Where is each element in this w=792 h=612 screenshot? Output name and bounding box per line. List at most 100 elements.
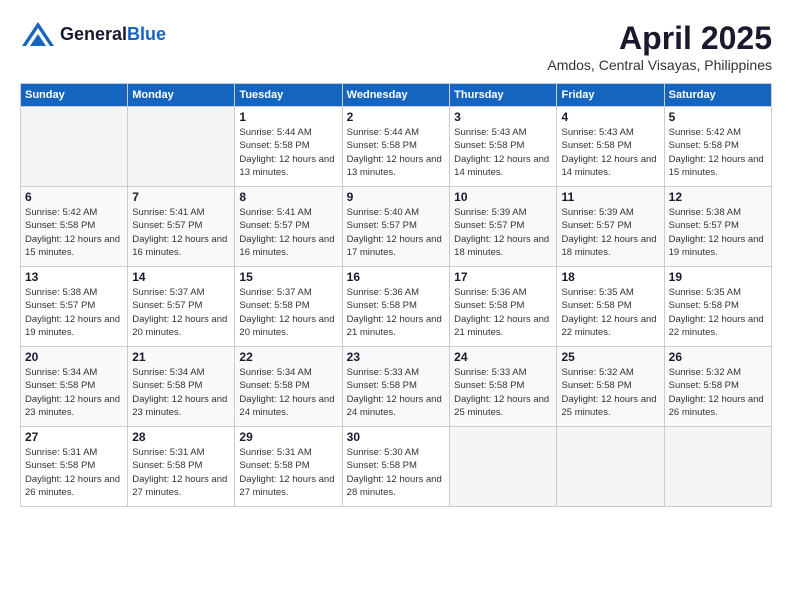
calendar-cell: 20 Sunrise: 5:34 AMSunset: 5:58 PMDayligh… [21, 347, 128, 427]
day-detail: Sunrise: 5:31 AMSunset: 5:58 PMDaylight:… [25, 446, 123, 499]
calendar-cell [664, 427, 771, 507]
day-number: 16 [347, 270, 445, 284]
day-number: 14 [132, 270, 230, 284]
day-detail: Sunrise: 5:33 AMSunset: 5:58 PMDaylight:… [454, 366, 552, 419]
day-number: 25 [561, 350, 659, 364]
calendar-cell: 1Sunrise: 5:44 AMSunset: 5:58 PMDaylight… [235, 107, 342, 187]
calendar-cell: 16Sunrise: 5:36 AMSunset: 5:58 PMDayligh… [342, 267, 449, 347]
day-number: 30 [347, 430, 445, 444]
calendar-week-4: 20 Sunrise: 5:34 AMSunset: 5:58 PMDayligh… [21, 347, 772, 427]
calendar-header-row: SundayMondayTuesdayWednesdayThursdayFrid… [21, 84, 772, 107]
day-number: 19 [669, 270, 767, 284]
calendar-cell: 8 Sunrise: 5:41 AMSunset: 5:57 PMDaylight… [235, 187, 342, 267]
weekday-header-wednesday: Wednesday [342, 84, 449, 107]
calendar-cell: 30 Sunrise: 5:30 AMSunset: 5:58 PMDayligh… [342, 427, 449, 507]
calendar-cell: 22 Sunrise: 5:34 AMSunset: 5:58 PMDayligh… [235, 347, 342, 427]
day-detail: Sunrise: 5:34 AMSunset: 5:58 PMDaylight:… [25, 366, 123, 419]
day-number: 13 [25, 270, 123, 284]
calendar-cell: 7 Sunrise: 5:41 AMSunset: 5:57 PMDaylight… [128, 187, 235, 267]
day-number: 23 [347, 350, 445, 364]
location-title: Amdos, Central Visayas, Philippines [547, 57, 772, 73]
day-detail: Sunrise: 5:39 AMSunset: 5:57 PMDaylight:… [561, 206, 659, 259]
calendar-table: SundayMondayTuesdayWednesdayThursdayFrid… [20, 83, 772, 507]
day-number: 28 [132, 430, 230, 444]
day-detail: Sunrise: 5:41 AMSunset: 5:57 PMDaylight:… [132, 206, 230, 259]
day-number: 18 [561, 270, 659, 284]
weekday-header-thursday: Thursday [450, 84, 557, 107]
day-number: 7 [132, 190, 230, 204]
calendar-cell: 24 Sunrise: 5:33 AMSunset: 5:58 PMDayligh… [450, 347, 557, 427]
calendar-cell [557, 427, 664, 507]
day-number: 21 [132, 350, 230, 364]
day-detail: Sunrise: 5:34 AMSunset: 5:58 PMDaylight:… [239, 366, 337, 419]
day-number: 6 [25, 190, 123, 204]
calendar-cell [21, 107, 128, 187]
day-detail: Sunrise: 5:31 AMSunset: 5:58 PMDaylight:… [132, 446, 230, 499]
day-number: 10 [454, 190, 552, 204]
logo: GeneralBlue [20, 20, 166, 48]
day-number: 22 [239, 350, 337, 364]
day-number: 8 [239, 190, 337, 204]
calendar-cell: 6 Sunrise: 5:42 AMSunset: 5:58 PMDaylight… [21, 187, 128, 267]
logo-blue-text: Blue [127, 24, 166, 45]
day-detail: Sunrise: 5:36 AMSunset: 5:58 PMDaylight:… [454, 286, 552, 339]
calendar-cell: 18 Sunrise: 5:35 AMSunset: 5:58 PMDayligh… [557, 267, 664, 347]
calendar-cell: 10 Sunrise: 5:39 AMSunset: 5:57 PMDayligh… [450, 187, 557, 267]
day-number: 4 [561, 110, 659, 124]
day-detail: Sunrise: 5:35 AMSunset: 5:58 PMDaylight:… [669, 286, 767, 339]
day-detail: Sunrise: 5:42 AMSunset: 5:58 PMDaylight:… [25, 206, 123, 259]
day-detail: Sunrise: 5:37 AMSunset: 5:57 PMDaylight:… [132, 286, 230, 339]
day-detail: Sunrise: 5:44 AMSunset: 5:58 PMDaylight:… [239, 126, 337, 179]
day-detail: Sunrise: 5:32 AMSunset: 5:58 PMDaylight:… [561, 366, 659, 419]
calendar-cell [128, 107, 235, 187]
month-title: April 2025 [547, 20, 772, 57]
day-detail: Sunrise: 5:41 AMSunset: 5:57 PMDaylight:… [239, 206, 337, 259]
calendar-cell: 19 Sunrise: 5:35 AMSunset: 5:58 PMDayligh… [664, 267, 771, 347]
day-detail: Sunrise: 5:43 AMSunset: 5:58 PMDaylight:… [561, 126, 659, 179]
weekday-header-monday: Monday [128, 84, 235, 107]
day-number: 9 [347, 190, 445, 204]
day-detail: Sunrise: 5:42 AMSunset: 5:58 PMDaylight:… [669, 126, 767, 179]
day-detail: Sunrise: 5:33 AMSunset: 5:58 PMDaylight:… [347, 366, 445, 419]
header: GeneralBlue April 2025 Amdos, Central Vi… [20, 20, 772, 73]
calendar-week-3: 13 Sunrise: 5:38 AMSunset: 5:57 PMDayligh… [21, 267, 772, 347]
calendar-cell: 3 Sunrise: 5:43 AMSunset: 5:58 PMDaylight… [450, 107, 557, 187]
day-detail: Sunrise: 5:31 AMSunset: 5:58 PMDaylight:… [239, 446, 337, 499]
day-detail: Sunrise: 5:38 AMSunset: 5:57 PMDaylight:… [669, 206, 767, 259]
calendar-cell: 15Sunrise: 5:37 AMSunset: 5:58 PMDayligh… [235, 267, 342, 347]
day-number: 26 [669, 350, 767, 364]
day-number: 27 [25, 430, 123, 444]
calendar-cell: 12 Sunrise: 5:38 AMSunset: 5:57 PMDayligh… [664, 187, 771, 267]
calendar-cell: 11Sunrise: 5:39 AMSunset: 5:57 PMDayligh… [557, 187, 664, 267]
day-detail: Sunrise: 5:37 AMSunset: 5:58 PMDaylight:… [239, 286, 337, 339]
day-detail: Sunrise: 5:43 AMSunset: 5:58 PMDaylight:… [454, 126, 552, 179]
day-detail: Sunrise: 5:40 AMSunset: 5:57 PMDaylight:… [347, 206, 445, 259]
calendar-cell: 28 Sunrise: 5:31 AMSunset: 5:58 PMDayligh… [128, 427, 235, 507]
day-detail: Sunrise: 5:35 AMSunset: 5:58 PMDaylight:… [561, 286, 659, 339]
calendar-week-1: 1Sunrise: 5:44 AMSunset: 5:58 PMDaylight… [21, 107, 772, 187]
day-detail: Sunrise: 5:44 AMSunset: 5:58 PMDaylight:… [347, 126, 445, 179]
logo-general-text: General [60, 24, 127, 45]
day-detail: Sunrise: 5:38 AMSunset: 5:57 PMDaylight:… [25, 286, 123, 339]
calendar-cell: 5Sunrise: 5:42 AMSunset: 5:58 PMDaylight… [664, 107, 771, 187]
weekday-header-friday: Friday [557, 84, 664, 107]
logo-icon [20, 20, 56, 48]
calendar-cell: 25 Sunrise: 5:32 AMSunset: 5:58 PMDayligh… [557, 347, 664, 427]
day-detail: Sunrise: 5:30 AMSunset: 5:58 PMDaylight:… [347, 446, 445, 499]
day-detail: Sunrise: 5:32 AMSunset: 5:58 PMDaylight:… [669, 366, 767, 419]
calendar-cell: 21Sunrise: 5:34 AMSunset: 5:58 PMDayligh… [128, 347, 235, 427]
calendar-week-5: 27 Sunrise: 5:31 AMSunset: 5:58 PMDayligh… [21, 427, 772, 507]
day-number: 17 [454, 270, 552, 284]
calendar-cell: 2Sunrise: 5:44 AMSunset: 5:58 PMDaylight… [342, 107, 449, 187]
day-number: 12 [669, 190, 767, 204]
calendar-cell: 26 Sunrise: 5:32 AMSunset: 5:58 PMDayligh… [664, 347, 771, 427]
day-number: 3 [454, 110, 552, 124]
weekday-header-sunday: Sunday [21, 84, 128, 107]
calendar-cell: 17 Sunrise: 5:36 AMSunset: 5:58 PMDayligh… [450, 267, 557, 347]
day-number: 24 [454, 350, 552, 364]
calendar-cell: 9 Sunrise: 5:40 AMSunset: 5:57 PMDaylight… [342, 187, 449, 267]
day-detail: Sunrise: 5:39 AMSunset: 5:57 PMDaylight:… [454, 206, 552, 259]
day-number: 20 [25, 350, 123, 364]
calendar-cell: 13 Sunrise: 5:38 AMSunset: 5:57 PMDayligh… [21, 267, 128, 347]
calendar-cell: 23 Sunrise: 5:33 AMSunset: 5:58 PMDayligh… [342, 347, 449, 427]
